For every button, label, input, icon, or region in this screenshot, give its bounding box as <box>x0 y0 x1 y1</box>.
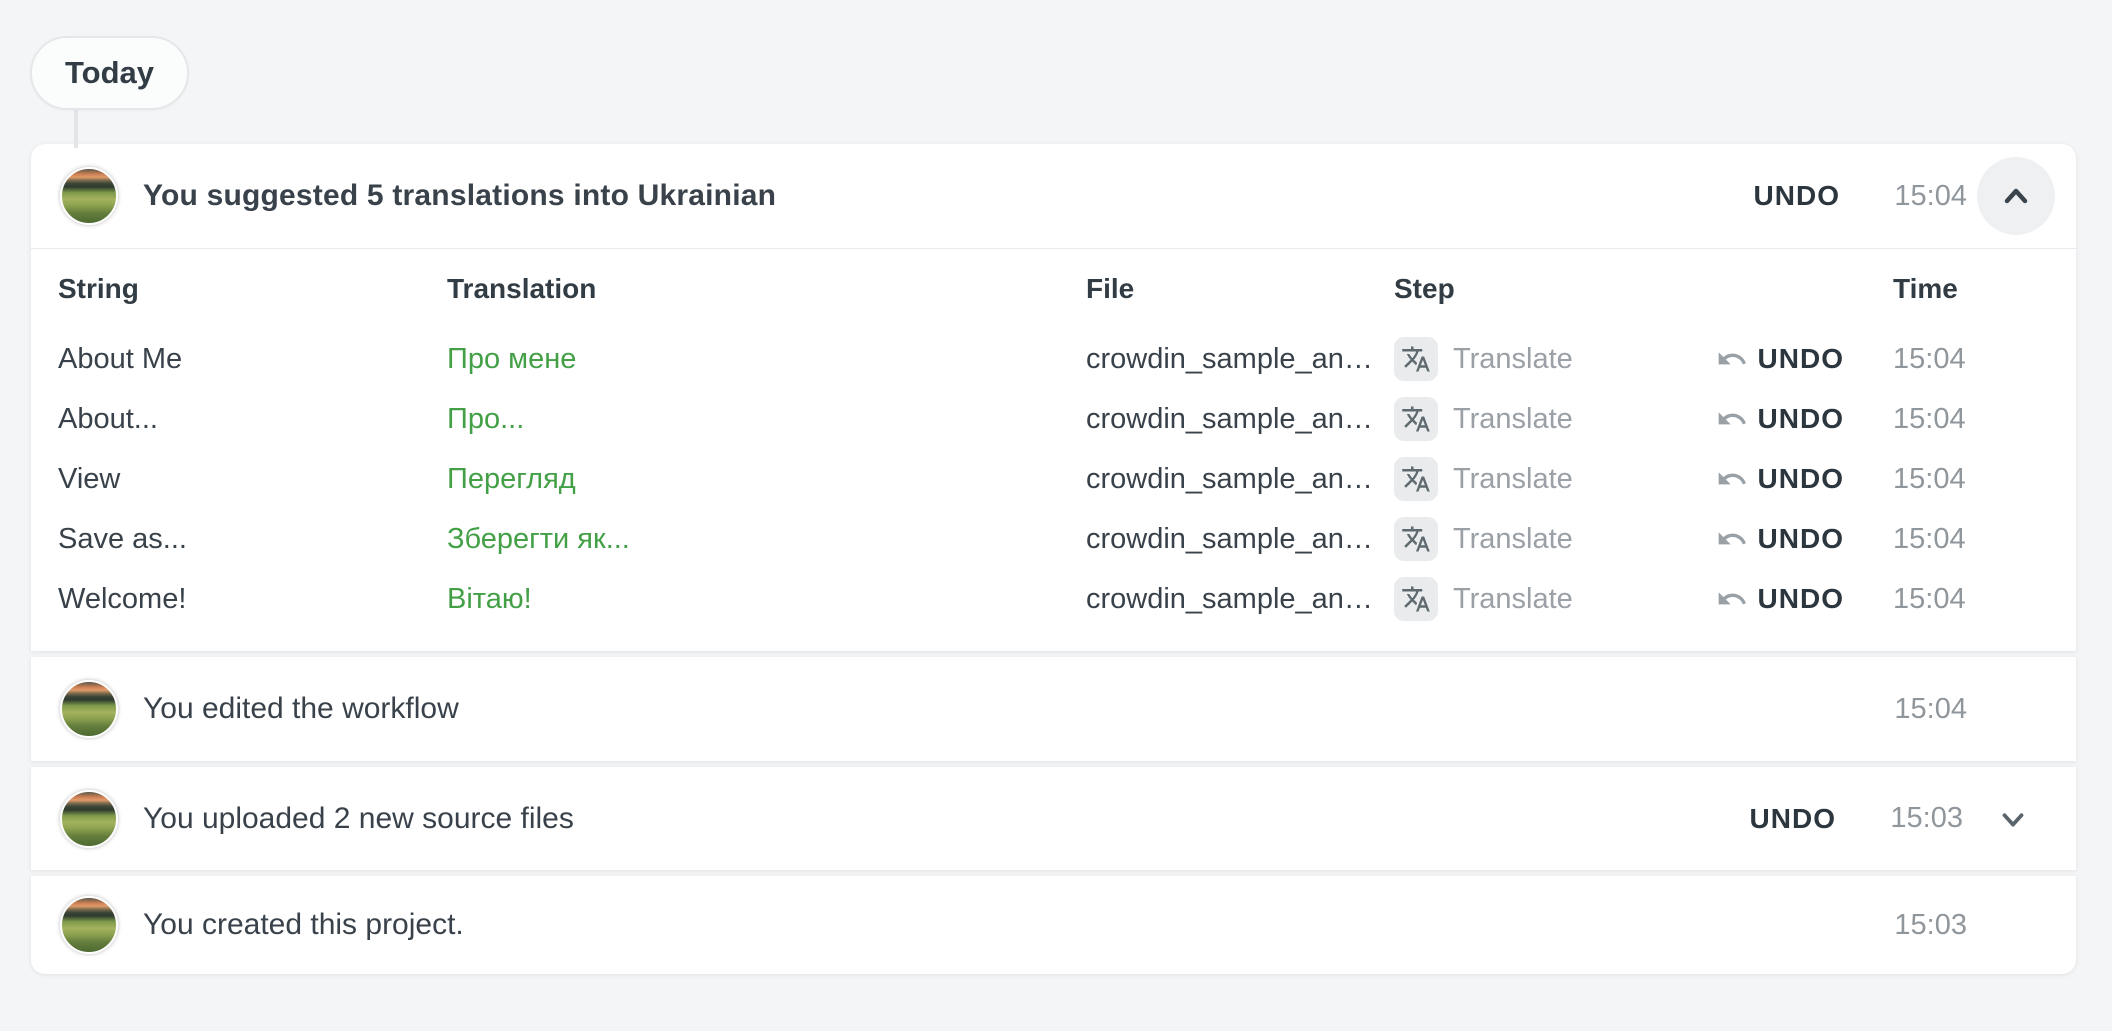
col-header-string: String <box>58 273 447 305</box>
row-time: 15:04 <box>1844 343 1967 376</box>
row-undo-button[interactable]: UNDO <box>1716 523 1844 555</box>
file-name: crowdin_sample_an… <box>1086 583 1394 616</box>
activity-header-row: You edited the workflow 15:04 <box>31 657 2076 761</box>
translation-text[interactable]: Про... <box>447 403 1086 436</box>
translations-table: String Translation File Step Time About … <box>31 249 2076 651</box>
workflow-step: Translate <box>1394 457 1664 501</box>
file-name: crowdin_sample_an… <box>1086 343 1394 376</box>
date-badge-today[interactable]: Today <box>30 36 189 110</box>
activity-header-row: You created this project. 15:03 <box>31 876 2076 974</box>
step-label: Translate <box>1453 403 1573 436</box>
activity-title: You edited the workflow <box>143 692 459 726</box>
chevron-down-icon <box>1996 802 2030 836</box>
avatar <box>60 896 118 954</box>
col-header-step: Step <box>1394 273 1664 305</box>
collapse-button[interactable] <box>1977 157 2055 235</box>
undo-button[interactable]: UNDO <box>1750 803 1836 835</box>
translate-icon <box>1401 464 1431 494</box>
activity-time: 15:03 <box>1867 909 1967 942</box>
avatar <box>60 790 118 848</box>
activity-title: You created this project. <box>143 908 464 942</box>
translation-text[interactable]: Зберегти як... <box>447 523 1086 556</box>
col-header-file: File <box>1086 273 1394 305</box>
date-badge-label: Today <box>65 55 154 91</box>
avatar <box>60 167 118 225</box>
activity-stream: You suggested 5 translations into Ukrain… <box>31 144 2076 974</box>
activity-time: 15:03 <box>1863 802 1963 835</box>
activity-header-row: You uploaded 2 new source files UNDO 15:… <box>31 767 2076 870</box>
source-string: View <box>58 463 447 496</box>
translate-step-icon <box>1394 337 1438 381</box>
translate-step-icon <box>1394 397 1438 441</box>
row-undo-button[interactable]: UNDO <box>1716 463 1844 495</box>
activity-actions: 15:03 <box>1840 909 1967 942</box>
step-label: Translate <box>1453 523 1573 556</box>
step-label: Translate <box>1453 463 1573 496</box>
translate-icon <box>1401 404 1431 434</box>
translate-icon <box>1401 524 1431 554</box>
undo-icon <box>1716 583 1748 615</box>
source-string: Save as... <box>58 523 447 556</box>
row-time: 15:04 <box>1844 583 1967 616</box>
activity-header-row: You suggested 5 translations into Ukrain… <box>31 144 2076 248</box>
table-header-row: String Translation File Step Time <box>58 249 1967 329</box>
file-name: crowdin_sample_an… <box>1086 463 1394 496</box>
activity-actions: UNDO 15:04 <box>1754 157 2055 235</box>
row-time: 15:04 <box>1844 403 1967 436</box>
expand-button[interactable] <box>1996 802 2030 836</box>
row-time: 15:04 <box>1844 463 1967 496</box>
file-name: crowdin_sample_an… <box>1086 403 1394 436</box>
workflow-step: Translate <box>1394 577 1664 621</box>
source-string: About Me <box>58 343 447 376</box>
undo-button[interactable]: UNDO <box>1754 180 1840 212</box>
chevron-up-icon <box>1998 178 2034 214</box>
activity-time: 15:04 <box>1867 180 1967 213</box>
translate-icon <box>1401 344 1431 374</box>
step-label: Translate <box>1453 343 1573 376</box>
source-string: Welcome! <box>58 583 447 616</box>
translation-text[interactable]: Перегляд <box>447 463 1086 496</box>
row-undo-button[interactable]: UNDO <box>1716 343 1844 375</box>
undo-icon <box>1716 403 1748 435</box>
row-time: 15:04 <box>1844 523 1967 556</box>
col-header-time: Time <box>1844 273 1967 305</box>
activity-title: You suggested 5 translations into Ukrain… <box>143 179 776 213</box>
translate-step-icon <box>1394 517 1438 561</box>
timeline-connector <box>74 108 78 148</box>
table-row: View Перегляд crowdin_sample_an… Transla… <box>58 449 1967 509</box>
row-undo-button[interactable]: UNDO <box>1716 403 1844 435</box>
translate-icon <box>1401 584 1431 614</box>
undo-icon <box>1716 343 1748 375</box>
activity-card-uploaded-files: You uploaded 2 new source files UNDO 15:… <box>31 767 2076 870</box>
table-row: Welcome! Вітаю! crowdin_sample_an… Trans… <box>58 569 1967 629</box>
table-row: Save as... Зберегти як... crowdin_sample… <box>58 509 1967 569</box>
source-string: About... <box>58 403 447 436</box>
translation-text[interactable]: Про мене <box>447 343 1086 376</box>
undo-icon <box>1716 523 1748 555</box>
workflow-step: Translate <box>1394 517 1664 561</box>
translate-step-icon <box>1394 457 1438 501</box>
col-header-translation: Translation <box>447 273 1086 305</box>
activity-actions: 15:04 <box>1840 693 1967 726</box>
activity-title: You uploaded 2 new source files <box>143 802 574 836</box>
activity-card-suggested-translations: You suggested 5 translations into Ukrain… <box>31 144 2076 651</box>
table-row: About... Про... crowdin_sample_an… Trans… <box>58 389 1967 449</box>
undo-icon <box>1716 463 1748 495</box>
activity-time: 15:04 <box>1867 693 1967 726</box>
activity-card-created-project: You created this project. 15:03 <box>31 876 2076 974</box>
table-row: About Me Про мене crowdin_sample_an… Tra… <box>58 329 1967 389</box>
avatar <box>60 680 118 738</box>
workflow-step: Translate <box>1394 397 1664 441</box>
file-name: crowdin_sample_an… <box>1086 523 1394 556</box>
translation-text[interactable]: Вітаю! <box>447 583 1086 616</box>
step-label: Translate <box>1453 583 1573 616</box>
translate-step-icon <box>1394 577 1438 621</box>
activity-card-edited-workflow: You edited the workflow 15:04 <box>31 657 2076 761</box>
row-undo-button[interactable]: UNDO <box>1716 583 1844 615</box>
workflow-step: Translate <box>1394 337 1664 381</box>
activity-actions: UNDO 15:03 <box>1750 802 2030 836</box>
